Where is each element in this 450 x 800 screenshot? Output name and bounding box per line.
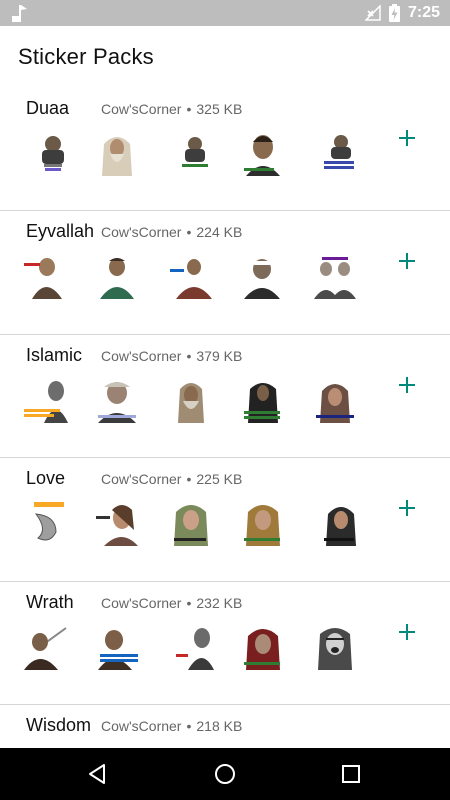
pack-meta: Cow'sCorner • 232 KB [101, 595, 242, 611]
pack-name: Wisdom [26, 715, 92, 735]
sticker-thumbnail [24, 380, 68, 423]
sticker-thumbnail [318, 627, 352, 670]
home-circle-icon[interactable] [209, 758, 241, 790]
sticker-previews [22, 377, 362, 425]
pack-size: 232 KB [196, 594, 243, 611]
system-nav-bar [0, 748, 450, 800]
sticker-previews [22, 624, 362, 672]
sticker-thumbnail [24, 626, 67, 670]
music-note-icon [12, 5, 27, 22]
sticker-pack-list[interactable]: Duaa Cow'sCorner • 325 KB Eyvallah Cow's… [0, 88, 450, 748]
sticker-previews [22, 253, 362, 301]
meta-separator: • [186, 471, 192, 487]
add-pack-plus-icon[interactable] [395, 126, 419, 150]
pack-meta: Cow'sCorner • 224 KB [101, 224, 242, 240]
pack-size: 325 KB [196, 101, 243, 117]
recents-square-icon[interactable] [335, 758, 367, 790]
pack-name: Eyvallah [26, 221, 95, 241]
sticker-thumbnail [314, 257, 356, 299]
status-time: 7:25 [407, 4, 440, 21]
sticker-previews [22, 130, 362, 178]
add-pack-plus-icon[interactable] [395, 496, 419, 520]
page-title: Sticker Packs [18, 44, 154, 69]
sticker-pack-item[interactable]: Duaa Cow'sCorner • 325 KB [0, 88, 450, 211]
sticker-thumbnail [324, 135, 354, 169]
sticker-thumbnail [174, 505, 208, 546]
sticker-pack-item[interactable]: Wisdom Cow'sCorner • 218 KB [0, 705, 450, 748]
sticker-thumbnail [244, 135, 280, 176]
sticker-pack-item[interactable]: Wrath Cow'sCorner • 232 KB [0, 582, 450, 705]
meta-separator: • [186, 347, 192, 364]
sticker-pack-item[interactable]: Islamic Cow'sCorner • 379 KB [0, 335, 450, 458]
status-bar: 7:25 [0, 0, 450, 26]
sticker-thumbnail [244, 259, 280, 299]
pack-name: Wrath [26, 591, 74, 612]
pack-meta: Cow'sCorner • 225 KB [101, 471, 242, 487]
sticker-thumbnail [178, 382, 204, 423]
pack-size: 218 KB [196, 718, 243, 734]
battery-charging-icon [388, 4, 400, 22]
sticker-thumbnail [170, 259, 212, 299]
app-bar: Sticker Packs [0, 26, 450, 88]
sticker-thumbnail [96, 505, 138, 546]
sticker-thumbnail [244, 505, 280, 546]
pack-name: Love [26, 468, 66, 488]
sticker-thumbnail [102, 137, 132, 176]
pack-publisher: Cow'sCorner [101, 101, 182, 117]
sticker-thumbnail [244, 628, 280, 670]
pack-name: Islamic [26, 344, 83, 365]
pack-meta: Cow'sCorner • 218 KB [101, 718, 242, 734]
pack-publisher: Cow'sCorner [101, 471, 182, 487]
pack-publisher: Cow'sCorner [101, 347, 182, 364]
sticker-thumbnail [42, 136, 64, 171]
meta-separator: • [186, 224, 192, 240]
add-pack-plus-icon[interactable] [395, 249, 419, 273]
sticker-pack-item[interactable]: Love Cow'sCorner • 225 KB [0, 458, 450, 582]
sticker-thumbnail [98, 629, 138, 670]
pack-publisher: Cow'sCorner [101, 718, 182, 734]
sticker-thumbnail [324, 507, 356, 546]
pack-size: 225 KB [196, 471, 243, 487]
sticker-previews [22, 500, 362, 548]
sticker-thumbnail [24, 258, 62, 299]
pack-publisher: Cow'sCorner [101, 224, 182, 240]
sticker-pack-item[interactable]: Eyvallah Cow'sCorner • 224 KB [0, 211, 450, 335]
sticker-thumbnail [98, 381, 136, 423]
pack-size: 379 KB [196, 347, 243, 364]
sticker-thumbnail [176, 627, 214, 670]
meta-separator: • [186, 718, 192, 734]
pack-size: 224 KB [196, 224, 243, 240]
back-triangle-icon[interactable] [82, 758, 114, 790]
sticker-thumbnail [244, 382, 280, 423]
sticker-thumbnail [182, 137, 208, 167]
pack-meta: Cow'sCorner • 325 KB [101, 101, 242, 117]
meta-separator: • [186, 594, 192, 611]
add-pack-plus-icon[interactable] [395, 620, 419, 644]
no-signal-icon [364, 5, 381, 21]
meta-separator: • [186, 101, 192, 117]
sticker-thumbnail [34, 502, 64, 541]
sticker-thumbnail [100, 258, 134, 299]
add-pack-plus-icon[interactable] [395, 373, 419, 397]
pack-name: Duaa [26, 98, 70, 118]
sticker-thumbnail [316, 383, 354, 423]
status-right: 7:25 [364, 0, 440, 26]
pack-publisher: Cow'sCorner [101, 594, 182, 611]
pack-meta: Cow'sCorner • 379 KB [101, 348, 242, 364]
